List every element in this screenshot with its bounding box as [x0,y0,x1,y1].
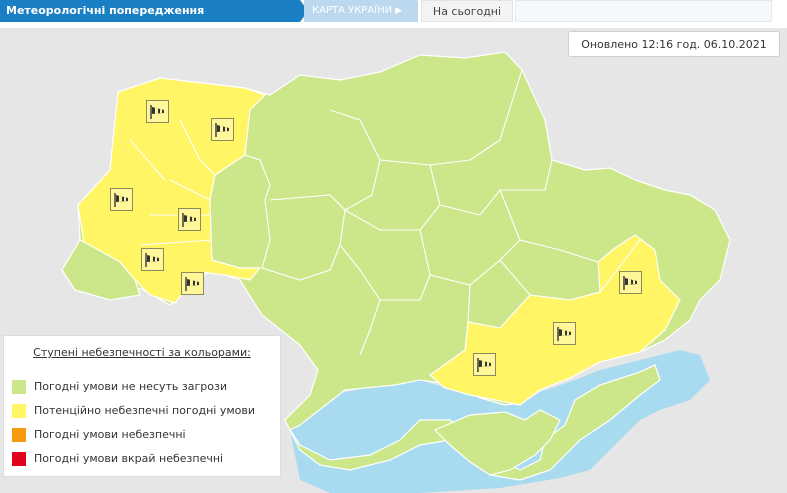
updated-timestamp: Оновлено 12:16 год. 06.10.2021 [568,31,780,57]
tabs-filler [515,0,772,22]
windsock-icon[interactable] [473,353,496,376]
windsock-icon[interactable] [141,248,164,271]
windsock-icon[interactable] [178,208,201,231]
legend-label: Погодні умови вкрай небезпечні [34,452,224,465]
windsock-icon[interactable] [553,322,576,345]
windsock-icon[interactable] [110,188,133,211]
legend-item: Потенційно небезпечні погодні умови [4,402,280,420]
legend-swatch [12,452,26,466]
legend-swatch [12,428,26,442]
tab-map-label: КАРТА УКРАЇНИ [312,5,393,16]
tab-map-ukraine[interactable]: КАРТА УКРАЇНИ ▶ [304,0,418,22]
legend-item: Погодні умови вкрай небезпечні [4,450,280,468]
tab-meteo-warnings[interactable]: Метеорологічні попередження [0,0,308,22]
tab-today[interactable]: На сьогодні [421,0,513,22]
windsock-icon[interactable] [211,118,234,141]
legend-swatch [12,380,26,394]
windsock-icon[interactable] [146,100,169,123]
legend-item: Погодні умови небезпечні [4,426,280,444]
legend-label: Погодні умови небезпечні [34,428,186,441]
windsock-icon[interactable] [181,272,204,295]
legend-swatch [12,404,26,418]
legend-panel: Ступені небезпечності за кольорами: Пого… [3,335,281,477]
tabs-bar: Метеорологічні попередження КАРТА УКРАЇН… [0,0,787,24]
legend-title: Ступені небезпечності за кольорами: [33,346,251,359]
legend-item: Погодні умови не несуть загрози [4,378,280,396]
windsock-icon[interactable] [619,271,642,294]
chevron-right-icon: ▶ [395,6,403,16]
legend-label: Погодні умови не несуть загрози [34,380,227,393]
legend-label: Потенційно небезпечні погодні умови [34,404,255,417]
